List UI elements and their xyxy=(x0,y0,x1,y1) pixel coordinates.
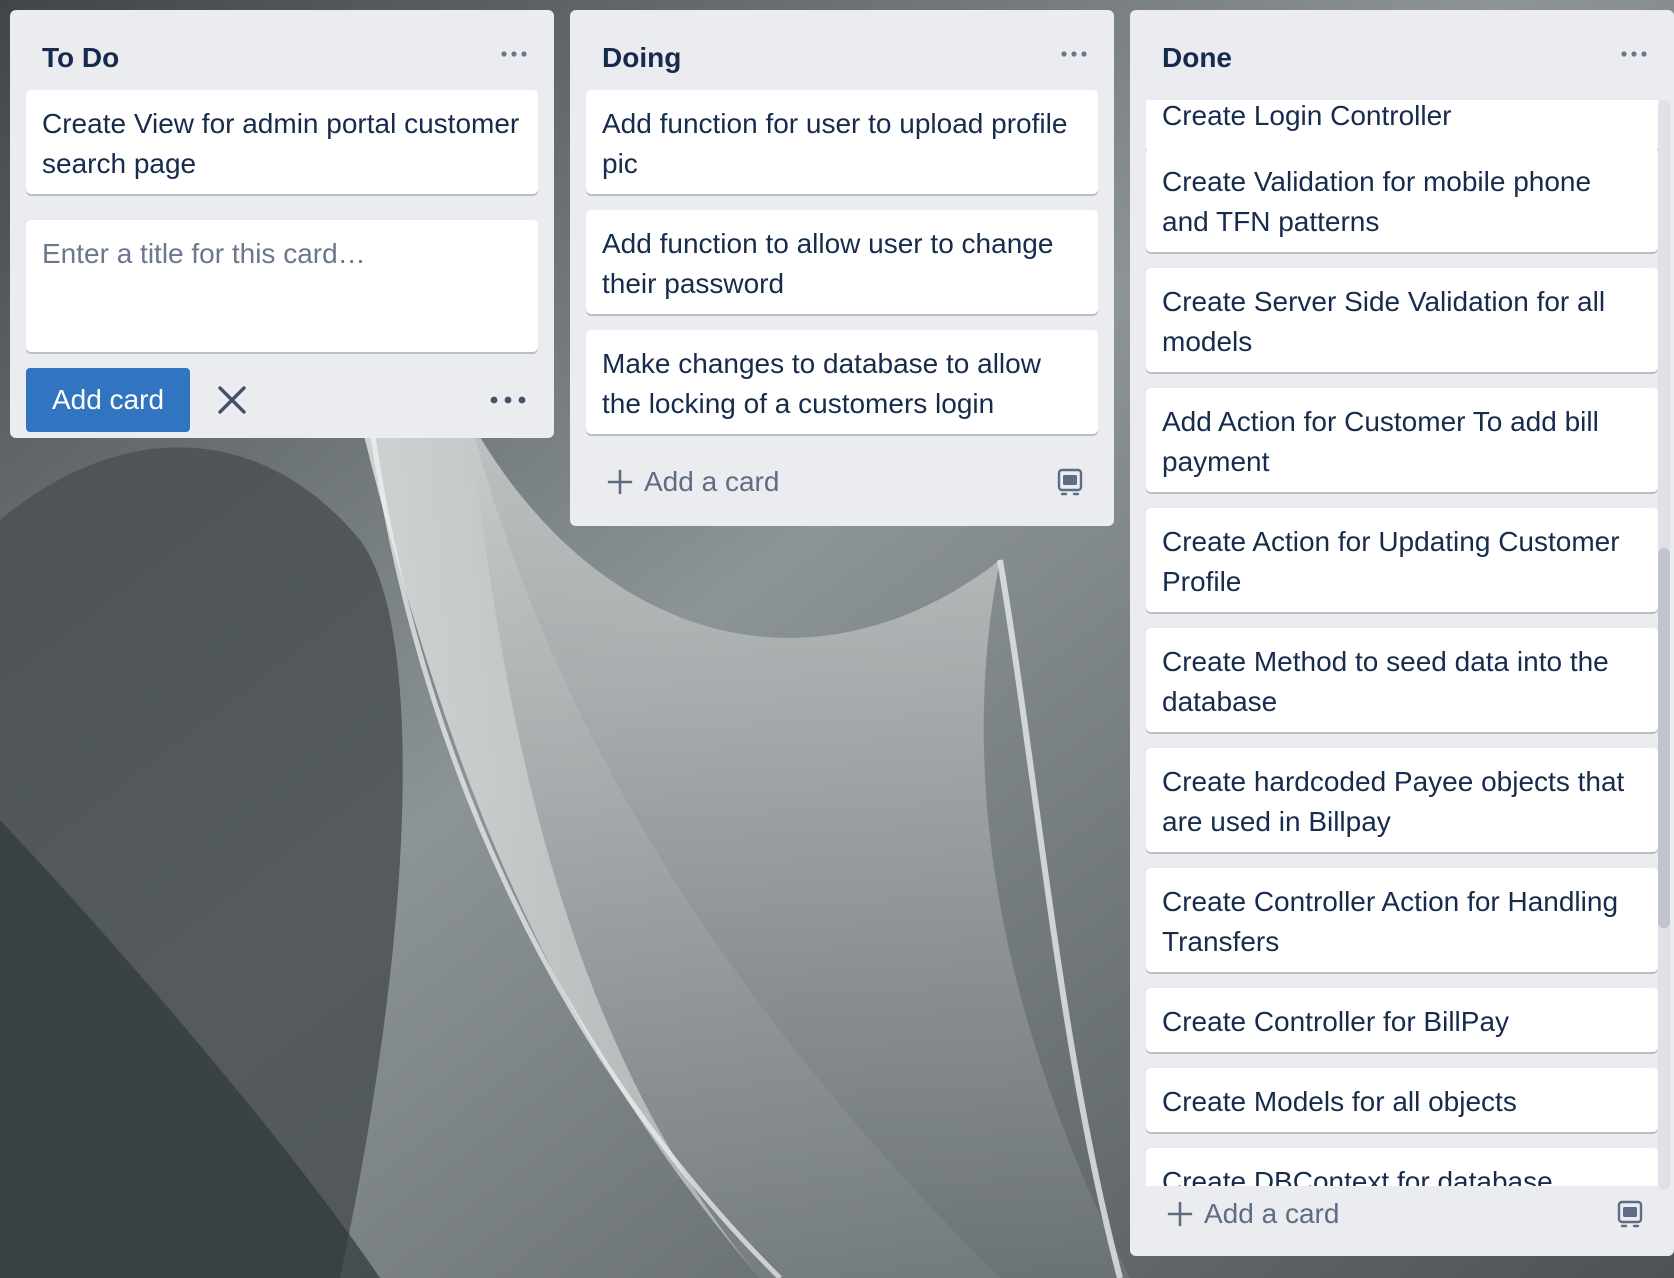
list-header: To Do xyxy=(10,10,554,100)
plus-icon xyxy=(1167,1201,1193,1227)
card[interactable]: Create Validation for mobile phone and T… xyxy=(1146,148,1658,252)
close-icon[interactable] xyxy=(212,380,252,420)
card[interactable]: Make changes to database to allow the lo… xyxy=(586,330,1098,434)
list-to-do: To Do Create View for admin portal custo… xyxy=(10,10,554,438)
scrollbar-thumb[interactable] xyxy=(1658,548,1670,928)
card[interactable]: Create View for admin portal customer se… xyxy=(26,90,538,194)
card[interactable]: Add Action for Customer To add bill paym… xyxy=(1146,388,1658,492)
card[interactable]: Create Server Side Validation for all mo… xyxy=(1146,268,1658,372)
card-template-icon[interactable] xyxy=(1054,466,1086,498)
plus-icon xyxy=(607,469,633,495)
card-template-icon[interactable] xyxy=(1614,1198,1646,1230)
list-footer: Add a card xyxy=(586,454,1098,510)
add-a-card-label: Add a card xyxy=(1204,1198,1340,1229)
card[interactable]: Add function for user to upload profile … xyxy=(586,90,1098,194)
card[interactable]: Create hardcoded Payee objects that are … xyxy=(1146,748,1658,852)
card-title-input[interactable] xyxy=(26,220,538,352)
add-a-card-label: Add a card xyxy=(644,466,780,497)
ellipsis-icon[interactable] xyxy=(1618,40,1650,68)
list-header: Done xyxy=(1130,10,1674,100)
list-footer: Add a card xyxy=(1146,1186,1658,1242)
add-card-button[interactable]: Add card xyxy=(26,368,190,432)
list-title[interactable]: Doing xyxy=(602,42,681,74)
list-done: Done Create Login Controller Create Vali… xyxy=(1130,10,1674,1256)
card[interactable]: Create Controller for BillPay xyxy=(1146,988,1658,1052)
ellipsis-icon[interactable] xyxy=(1058,40,1090,68)
list-header: Doing xyxy=(570,10,1114,100)
card[interactable]: Add function to allow user to change the… xyxy=(586,210,1098,314)
add-a-card-button[interactable]: Add a card xyxy=(1146,1186,1339,1242)
card[interactable]: Create Action for Updating Customer Prof… xyxy=(1146,508,1658,612)
card[interactable]: Create Controller Action for Handling Tr… xyxy=(1146,868,1658,972)
list-title[interactable]: Done xyxy=(1162,42,1232,74)
list-title[interactable]: To Do xyxy=(42,42,119,74)
card-list[interactable]: Create Login Controller Create Validatio… xyxy=(1130,100,1674,1190)
ellipsis-icon[interactable] xyxy=(498,40,530,68)
card-title-composer xyxy=(26,220,538,352)
card[interactable]: Create Method to seed data into the data… xyxy=(1146,628,1658,732)
card[interactable]: Create DBContext for database xyxy=(1146,1148,1658,1190)
ellipsis-icon[interactable] xyxy=(486,384,530,416)
add-a-card-button[interactable]: Add a card xyxy=(586,454,779,510)
card[interactable]: Create Login Controller xyxy=(1146,100,1658,152)
list-doing: Doing Add function for user to upload pr… xyxy=(570,10,1114,526)
card[interactable]: Create Models for all objects xyxy=(1146,1068,1658,1132)
